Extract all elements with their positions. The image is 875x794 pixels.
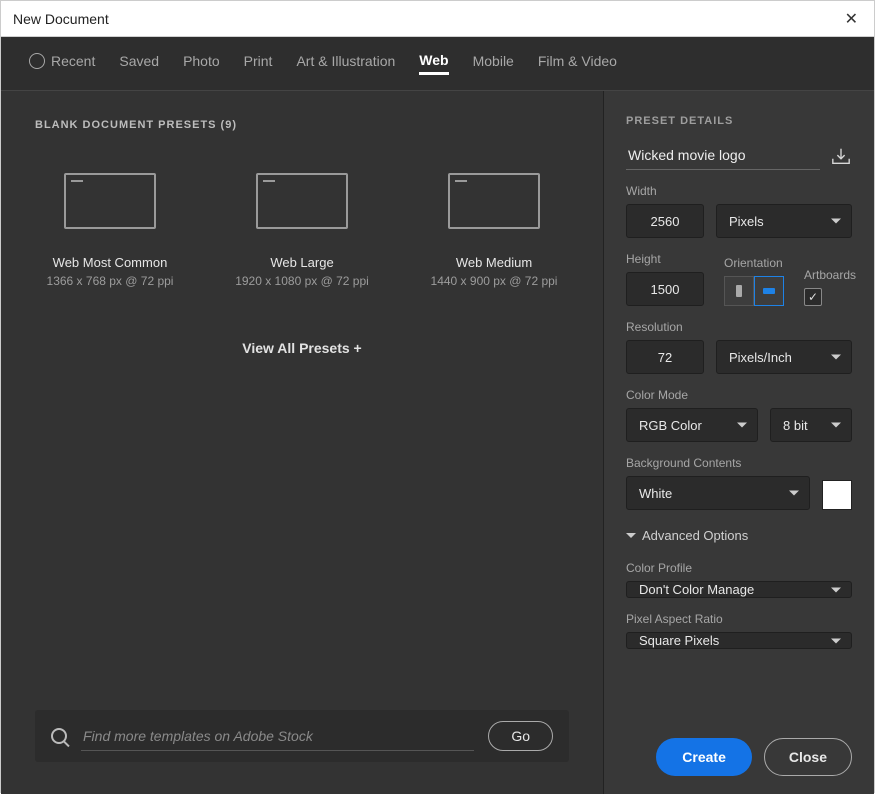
view-all-presets[interactable]: View All Presets +	[35, 340, 569, 356]
orientation-label: Orientation	[724, 256, 784, 270]
width-label: Width	[626, 184, 852, 198]
tab-photo[interactable]: Photo	[183, 53, 220, 75]
chevron-down-icon	[831, 587, 841, 592]
tab-mobile[interactable]: Mobile	[473, 53, 514, 75]
artboards-label: Artboards	[804, 268, 856, 282]
search-input[interactable]	[81, 722, 474, 751]
tab-recent-label: Recent	[51, 53, 95, 69]
chevron-down-icon	[831, 638, 841, 643]
resolution-label: Resolution	[626, 320, 852, 334]
color-mode-value: RGB Color	[639, 418, 702, 433]
window-title: New Document	[13, 11, 109, 27]
new-document-window: New Document ✕ Recent Saved Photo Print …	[0, 0, 875, 793]
preset-thumb-icon	[64, 173, 156, 229]
presets-header: BLANK DOCUMENT PRESETS (9)	[35, 119, 569, 131]
tab-art-illustration[interactable]: Art & Illustration	[296, 53, 395, 75]
preset-web-most-common[interactable]: Web Most Common 1366 x 768 px @ 72 ppi	[35, 173, 185, 288]
orientation-portrait[interactable]	[724, 276, 754, 306]
close-button[interactable]: Close	[764, 738, 852, 776]
search-icon	[51, 728, 67, 744]
color-profile-value: Don't Color Manage	[639, 582, 754, 597]
main-content: BLANK DOCUMENT PRESETS (9) Web Most Comm…	[1, 91, 874, 794]
pixel-aspect-ratio-select[interactable]: Square Pixels	[626, 632, 852, 649]
category-tabs: Recent Saved Photo Print Art & Illustrat…	[1, 37, 874, 91]
resolution-unit-value: Pixels/Inch	[729, 350, 792, 365]
spacer	[35, 356, 569, 710]
footer-buttons: Create Close	[626, 722, 852, 776]
height-label: Height	[626, 252, 704, 266]
preset-name: Web Large	[227, 255, 377, 270]
chevron-down-icon	[626, 533, 636, 538]
background-label: Background Contents	[626, 456, 852, 470]
tab-web[interactable]: Web	[419, 52, 448, 75]
tab-film-video[interactable]: Film & Video	[538, 53, 617, 75]
orientation-landscape[interactable]	[754, 276, 784, 306]
chevron-down-icon	[831, 219, 841, 224]
pixel-aspect-ratio-value: Square Pixels	[639, 633, 719, 648]
preset-desc: 1440 x 900 px @ 72 ppi	[419, 274, 569, 288]
create-button[interactable]: Create	[656, 738, 752, 776]
color-profile-select[interactable]: Don't Color Manage	[626, 581, 852, 598]
chevron-down-icon	[831, 423, 841, 428]
width-unit-value: Pixels	[729, 214, 764, 229]
artboards-checkbox[interactable]: ✓	[804, 288, 822, 306]
width-unit-select[interactable]: Pixels	[716, 204, 852, 238]
preset-web-large[interactable]: Web Large 1920 x 1080 px @ 72 ppi	[227, 173, 377, 288]
chevron-down-icon	[737, 423, 747, 428]
presets-row: Web Most Common 1366 x 768 px @ 72 ppi W…	[35, 173, 569, 288]
background-value: White	[639, 486, 672, 501]
advanced-options-toggle[interactable]: Advanced Options	[626, 528, 852, 543]
orientation-group	[724, 276, 784, 306]
color-profile-label: Color Profile	[626, 561, 852, 575]
template-search: Go	[35, 710, 569, 762]
tab-recent[interactable]: Recent	[29, 53, 95, 75]
chevron-down-icon	[789, 491, 799, 496]
color-depth-value: 8 bit	[783, 418, 808, 433]
chevron-down-icon	[831, 355, 841, 360]
tab-saved[interactable]: Saved	[119, 53, 159, 75]
document-name-row	[626, 141, 852, 170]
width-input[interactable]	[626, 204, 704, 238]
preset-desc: 1366 x 768 px @ 72 ppi	[35, 274, 185, 288]
color-depth-select[interactable]: 8 bit	[770, 408, 852, 442]
save-preset-icon[interactable]	[830, 146, 852, 166]
document-name-input[interactable]	[626, 141, 820, 170]
preset-thumb-icon	[256, 173, 348, 229]
color-mode-select[interactable]: RGB Color	[626, 408, 758, 442]
resolution-input[interactable]	[626, 340, 704, 374]
go-button[interactable]: Go	[488, 721, 553, 751]
background-select[interactable]: White	[626, 476, 810, 510]
preset-name: Web Most Common	[35, 255, 185, 270]
resolution-unit-select[interactable]: Pixels/Inch	[716, 340, 852, 374]
background-swatch[interactable]	[822, 480, 852, 510]
tab-print[interactable]: Print	[244, 53, 273, 75]
preset-desc: 1920 x 1080 px @ 72 ppi	[227, 274, 377, 288]
height-input[interactable]	[626, 272, 704, 306]
titlebar: New Document ✕	[1, 1, 874, 37]
preset-web-medium[interactable]: Web Medium 1440 x 900 px @ 72 ppi	[419, 173, 569, 288]
advanced-options-label: Advanced Options	[642, 528, 748, 543]
preset-thumb-icon	[448, 173, 540, 229]
close-icon[interactable]: ✕	[841, 5, 862, 33]
presets-panel: BLANK DOCUMENT PRESETS (9) Web Most Comm…	[1, 91, 603, 794]
preset-details-header: PRESET DETAILS	[626, 115, 852, 127]
preset-name: Web Medium	[419, 255, 569, 270]
pixel-aspect-ratio-label: Pixel Aspect Ratio	[626, 612, 852, 626]
preset-details-panel: PRESET DETAILS Width Pixels Height	[603, 91, 874, 794]
color-mode-label: Color Mode	[626, 388, 852, 402]
